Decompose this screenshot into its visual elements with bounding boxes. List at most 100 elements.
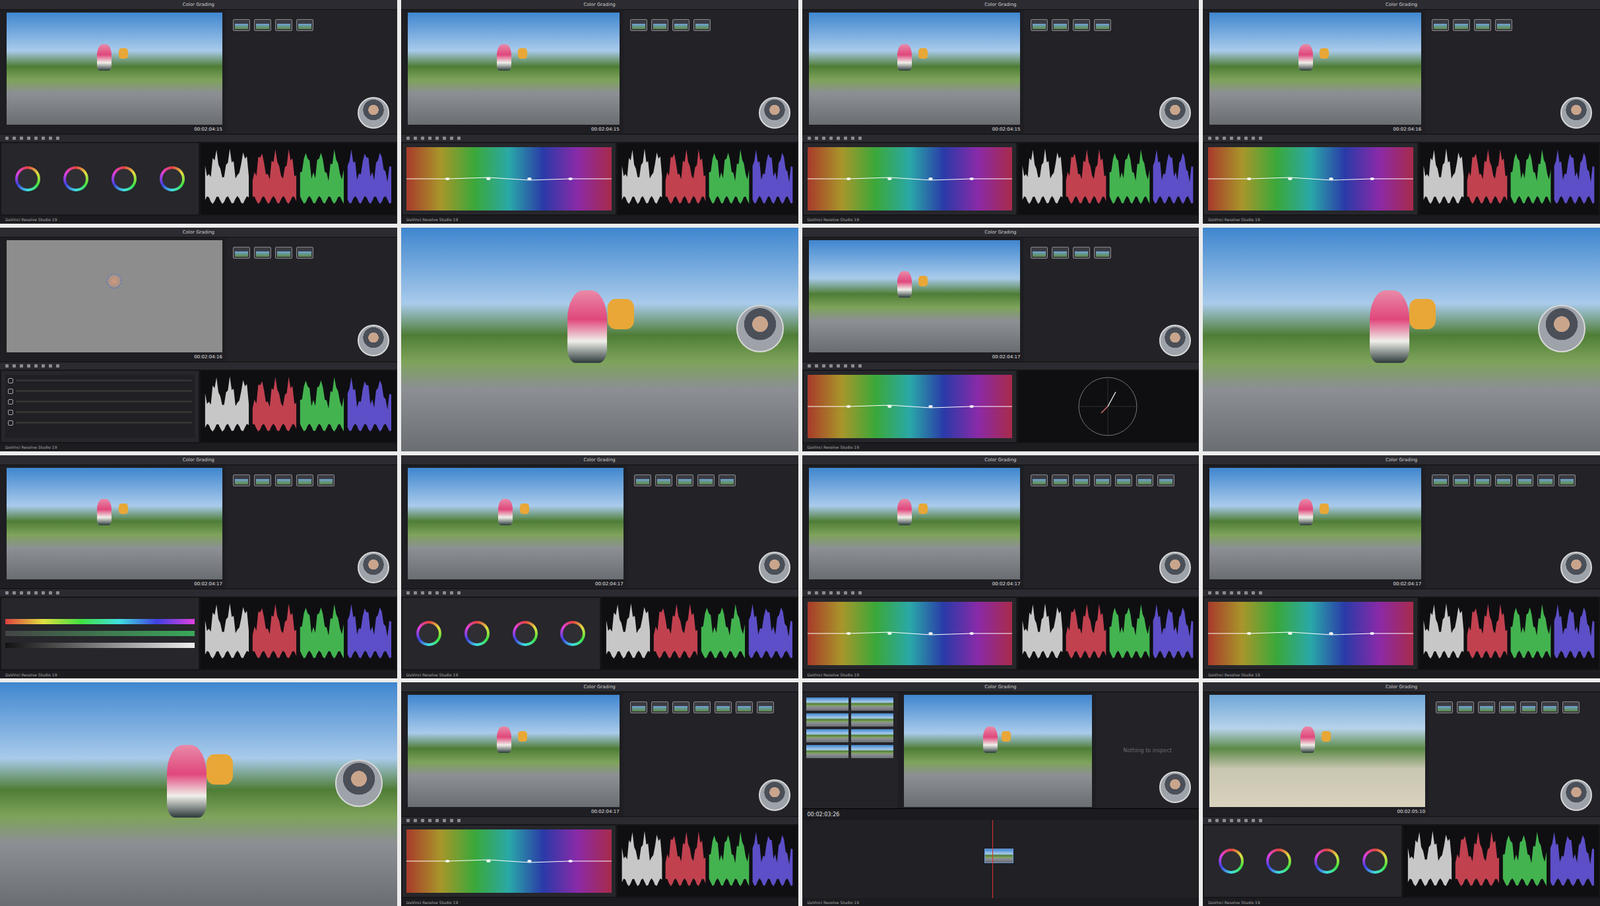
tool-icon[interactable] [814,364,819,368]
color-wheel[interactable] [1362,848,1388,874]
media-thumbnail[interactable] [851,713,894,727]
tool-icon[interactable] [56,136,60,140]
tool-icon[interactable] [449,818,454,823]
tool-icon[interactable] [428,591,432,595]
node[interactable] [254,246,272,259]
tool-icon[interactable] [836,591,840,595]
curves-panel[interactable] [803,370,1017,443]
tool-icon[interactable] [836,364,840,368]
tool-icon[interactable] [406,136,410,140]
media-thumbnail[interactable] [851,744,894,759]
tool-icon[interactable] [1237,136,1241,140]
tool-icon[interactable] [27,136,31,140]
tool-icon[interactable] [420,818,425,823]
node[interactable] [693,19,711,32]
tool-icon[interactable] [420,136,425,140]
node[interactable] [1051,19,1069,32]
color-wheel[interactable] [63,166,89,192]
qualifier-panel[interactable] [1,597,199,670]
node[interactable] [232,246,251,259]
node[interactable] [1537,474,1555,487]
tool-icon[interactable] [41,591,45,595]
tool-icon[interactable] [1244,818,1248,823]
qualifier-panel[interactable] [5,618,195,648]
node[interactable] [1499,701,1517,714]
window-row[interactable] [7,377,192,384]
node[interactable] [697,474,715,487]
tool-icon[interactable] [1222,591,1226,595]
tool-icon[interactable] [12,591,16,595]
tool-icon[interactable] [1244,591,1248,595]
node[interactable] [756,701,774,714]
node[interactable] [1030,19,1048,32]
tool-icon[interactable] [836,136,840,140]
node[interactable] [1030,246,1048,259]
curves-panel[interactable] [1204,143,1418,215]
node[interactable] [714,701,732,714]
tool-icon[interactable] [420,591,425,595]
node[interactable] [1452,19,1471,32]
node[interactable] [1093,19,1112,32]
node[interactable] [630,701,648,714]
node[interactable] [1520,701,1538,714]
tool-icon[interactable] [34,136,38,140]
media-thumbnail[interactable] [806,744,849,759]
color-wheel[interactable] [159,166,185,192]
node[interactable] [1495,474,1513,487]
node[interactable] [232,474,251,487]
tool-icon[interactable] [829,364,833,368]
tool-icon[interactable] [34,591,38,595]
tool-icon[interactable] [1258,591,1263,595]
tool-icon[interactable] [814,591,819,595]
tool-icon[interactable] [1237,591,1241,595]
tool-icon[interactable] [829,591,833,595]
tool-icon[interactable] [1237,818,1241,823]
tool-icon[interactable] [1208,136,1212,140]
node[interactable] [1541,701,1559,714]
node[interactable] [1072,19,1090,32]
tool-icon[interactable] [807,364,811,368]
tool-icon[interactable] [1229,591,1234,595]
tool-icon[interactable] [1215,136,1219,140]
hue-curve[interactable] [807,147,1013,211]
node[interactable] [1051,246,1069,259]
node[interactable] [1115,474,1133,487]
node[interactable] [718,474,736,487]
tool-icon[interactable] [1251,591,1255,595]
color-wheel[interactable] [464,620,490,646]
color-wheel[interactable] [111,166,137,192]
node[interactable] [1136,474,1154,487]
node[interactable] [1452,474,1471,487]
wheels-panel[interactable] [1,143,199,215]
tool-icon[interactable] [413,818,417,823]
tool-icon[interactable] [41,364,45,368]
node[interactable] [1431,474,1449,487]
tool-icon[interactable] [406,818,410,823]
tool-icon[interactable] [822,364,826,368]
tool-icon[interactable] [829,136,833,140]
tool-icon[interactable] [406,591,410,595]
tool-icon[interactable] [413,591,417,595]
node[interactable] [1435,701,1453,714]
node[interactable] [254,474,272,487]
tool-icon[interactable] [1215,591,1219,595]
tool-icon[interactable] [1251,818,1255,823]
media-pool[interactable] [802,692,898,809]
node[interactable] [651,701,669,714]
tool-icon[interactable] [1229,136,1234,140]
curves-panel[interactable] [402,825,616,897]
tool-icon[interactable] [413,136,417,140]
tool-icon[interactable] [442,591,447,595]
tool-icon[interactable] [1251,136,1255,140]
node[interactable] [1473,19,1492,32]
tool-icon[interactable] [435,591,439,595]
timeline-track[interactable] [802,820,1200,898]
node[interactable] [296,474,314,487]
tool-icon[interactable] [48,364,53,368]
node[interactable] [1030,474,1048,487]
tool-icon[interactable] [19,136,24,140]
node[interactable] [1495,19,1513,32]
tool-icon[interactable] [48,136,53,140]
hue-curve[interactable] [1208,147,1414,211]
tool-icon[interactable] [27,364,31,368]
